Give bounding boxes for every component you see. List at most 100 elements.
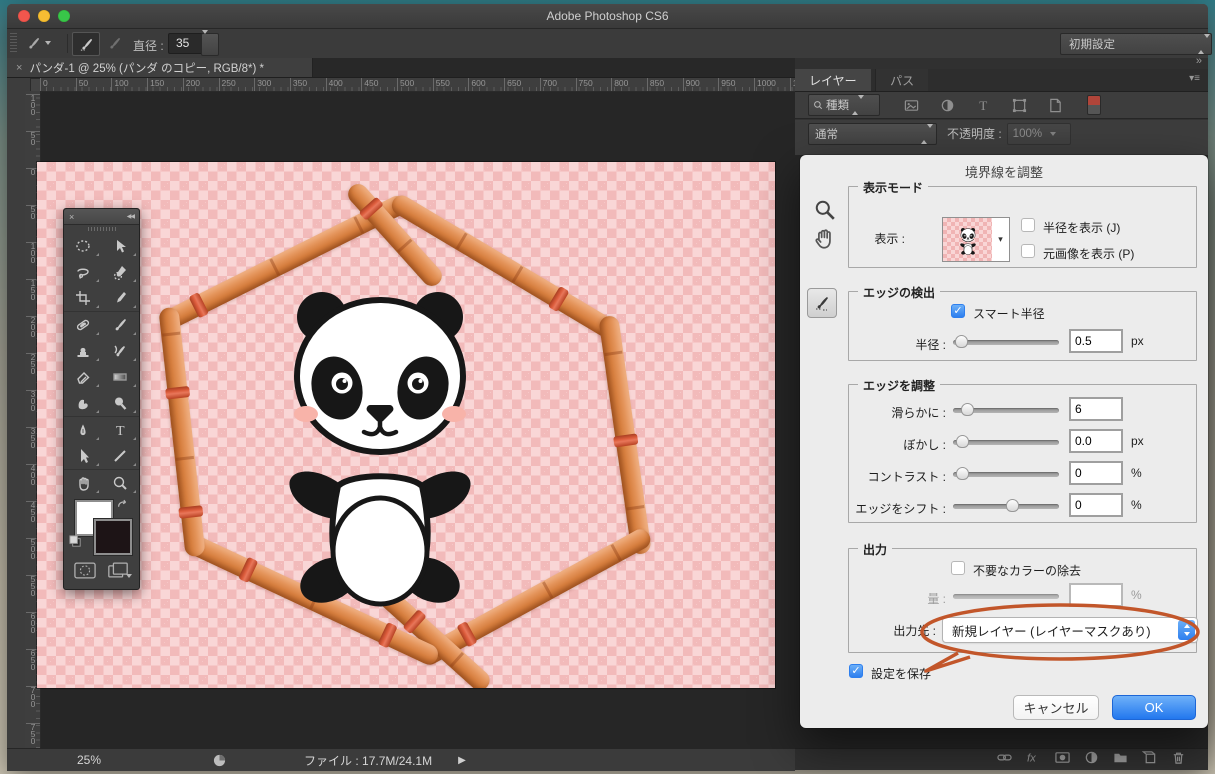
- type-filter-icon[interactable]: T: [976, 98, 991, 113]
- status-options-arrow[interactable]: ▶: [458, 755, 466, 766]
- swap-colors-icon[interactable]: [116, 498, 130, 512]
- zoom-level[interactable]: 25%: [77, 753, 101, 767]
- tool-quick-selection[interactable]: [102, 259, 140, 285]
- tool-line[interactable]: [102, 443, 140, 469]
- cancel-button[interactable]: キャンセル: [1013, 695, 1099, 720]
- expand-panels-icon[interactable]: »: [1196, 55, 1202, 67]
- opacity-dropdown[interactable]: 100%: [1007, 123, 1071, 145]
- layer-mask-icon[interactable]: [1055, 750, 1070, 770]
- adjust-row-slider[interactable]: [953, 504, 1059, 509]
- toolbox-header[interactable]: × ◀◀: [64, 209, 139, 225]
- gradient-icon: [112, 369, 128, 385]
- tool-type[interactable]: T: [102, 416, 140, 443]
- trash-icon[interactable]: [1171, 750, 1186, 770]
- remember-settings-checkbox[interactable]: ✓: [849, 664, 863, 678]
- quick-mask-button[interactable]: [72, 560, 98, 580]
- preset-dropdown[interactable]: 初期設定: [1060, 33, 1212, 55]
- output-to-label: 出力先 :: [849, 622, 936, 639]
- window-title: Adobe Photoshop CS6: [7, 9, 1208, 23]
- filter-type-label: 種類: [826, 97, 849, 113]
- close-document-icon[interactable]: ×: [16, 62, 22, 74]
- show-radius-checkbox[interactable]: [1021, 218, 1035, 232]
- tool-brush[interactable]: [102, 311, 140, 338]
- view-mode-group-label: 表示モード: [858, 179, 928, 196]
- tool-healing-brush[interactable]: [64, 311, 102, 338]
- tool-clone-stamp[interactable]: [64, 338, 102, 364]
- erase-refinements-tool-button[interactable]: [101, 32, 127, 54]
- adjustment-filter-icon[interactable]: [940, 98, 955, 113]
- v-ruler-label: 7 5 0: [26, 723, 40, 745]
- show-original-checkbox[interactable]: [1021, 244, 1035, 258]
- tool-gradient[interactable]: [102, 364, 140, 390]
- type-icon: T: [112, 422, 128, 438]
- panel-menu-icon[interactable]: ▾≡: [1189, 73, 1200, 84]
- title-bar[interactable]: Adobe Photoshop CS6: [7, 4, 1208, 29]
- adjust-row-field[interactable]: [1069, 397, 1123, 421]
- toolbox-grip[interactable]: [64, 225, 139, 233]
- default-colors-icon[interactable]: [68, 534, 83, 549]
- adjust-row-slider[interactable]: [953, 472, 1059, 477]
- tool-eraser[interactable]: [64, 364, 102, 390]
- filter-type-dropdown[interactable]: 種類: [808, 94, 880, 116]
- amount-field[interactable]: [1069, 583, 1123, 607]
- hand-icon: [75, 475, 91, 491]
- tool-pen[interactable]: [64, 416, 102, 443]
- decontaminate-label: 不要なカラーの除去: [973, 562, 1081, 579]
- smart-object-filter-icon[interactable]: [1048, 98, 1063, 113]
- screen-mode-button[interactable]: [105, 560, 131, 580]
- adjust-row-field[interactable]: [1069, 461, 1123, 485]
- radius-slider[interactable]: [953, 340, 1059, 345]
- refine-radius-brush-icon: [813, 295, 831, 311]
- link-icon[interactable]: [997, 750, 1012, 770]
- h-ruler-label: 50: [76, 78, 88, 91]
- toolbox-collapse-icon[interactable]: ◀◀: [127, 213, 134, 220]
- shape-filter-icon[interactable]: [1012, 98, 1027, 113]
- tool-move[interactable]: [102, 233, 140, 259]
- document-tab[interactable]: × パンダ-1 @ 25% (パンダ のコピー, RGB/8*) *: [7, 58, 313, 77]
- edge-detection-group-label: エッジの検出: [858, 284, 940, 301]
- ok-button[interactable]: OK: [1112, 695, 1196, 720]
- toolbox-close-icon[interactable]: ×: [69, 212, 74, 222]
- new-layer-icon[interactable]: [1142, 750, 1157, 770]
- tool-lasso[interactable]: [64, 259, 102, 285]
- tool-hand[interactable]: [64, 469, 102, 496]
- adjust-row-slider[interactable]: [953, 440, 1059, 445]
- dialog-hand-tool-icon[interactable]: [812, 227, 835, 250]
- filter-switch-icon[interactable]: [1087, 95, 1101, 115]
- tool-ellipse-marquee[interactable]: [64, 233, 102, 259]
- radius-field[interactable]: [1069, 329, 1123, 353]
- bamboo-stick: [158, 307, 205, 558]
- tool-zoom[interactable]: [102, 469, 140, 496]
- output-to-dropdown[interactable]: 新規レイヤー (レイヤーマスクあり): [942, 617, 1198, 643]
- adjustment-icon[interactable]: [1084, 750, 1099, 770]
- tool-smudge[interactable]: [64, 390, 102, 416]
- diameter-dropdown-button[interactable]: [201, 33, 219, 56]
- refine-radius-tool-button[interactable]: [72, 32, 100, 56]
- horizontal-ruler[interactable]: 0501001502002503003504004505005506006507…: [40, 78, 795, 92]
- tool-path-selection[interactable]: [64, 443, 102, 469]
- tool-eyedropper[interactable]: [102, 285, 140, 311]
- adjust-row-slider[interactable]: [953, 408, 1059, 413]
- tab-paths[interactable]: パス: [875, 69, 928, 91]
- dialog-refine-radius-tool-button[interactable]: [807, 288, 837, 318]
- brush-preset-picker[interactable]: [25, 32, 63, 54]
- tool-crop[interactable]: [64, 285, 102, 311]
- tool-dodge[interactable]: [102, 390, 140, 416]
- blend-mode-dropdown[interactable]: 通常: [808, 123, 937, 145]
- pixel-filter-icon[interactable]: [904, 98, 919, 113]
- tab-layers[interactable]: レイヤー: [795, 69, 871, 91]
- bamboo-stick: [598, 315, 652, 555]
- document-canvas[interactable]: [37, 162, 775, 688]
- smart-radius-checkbox[interactable]: ✓: [951, 304, 965, 318]
- folder-icon[interactable]: [1113, 750, 1128, 770]
- adjust-row-field[interactable]: [1069, 493, 1123, 517]
- view-label: 表示 :: [874, 230, 905, 247]
- tool-history-brush[interactable]: [102, 338, 140, 364]
- adjust-row-field[interactable]: [1069, 429, 1123, 453]
- decontaminate-checkbox[interactable]: [951, 561, 965, 575]
- background-color-swatch[interactable]: [94, 519, 132, 555]
- options-bar-grip[interactable]: [10, 33, 17, 53]
- view-thumbnail-dropdown[interactable]: ▾: [942, 217, 1010, 262]
- dialog-zoom-tool-icon[interactable]: [814, 199, 836, 221]
- fx-icon[interactable]: fx: [1026, 750, 1041, 770]
